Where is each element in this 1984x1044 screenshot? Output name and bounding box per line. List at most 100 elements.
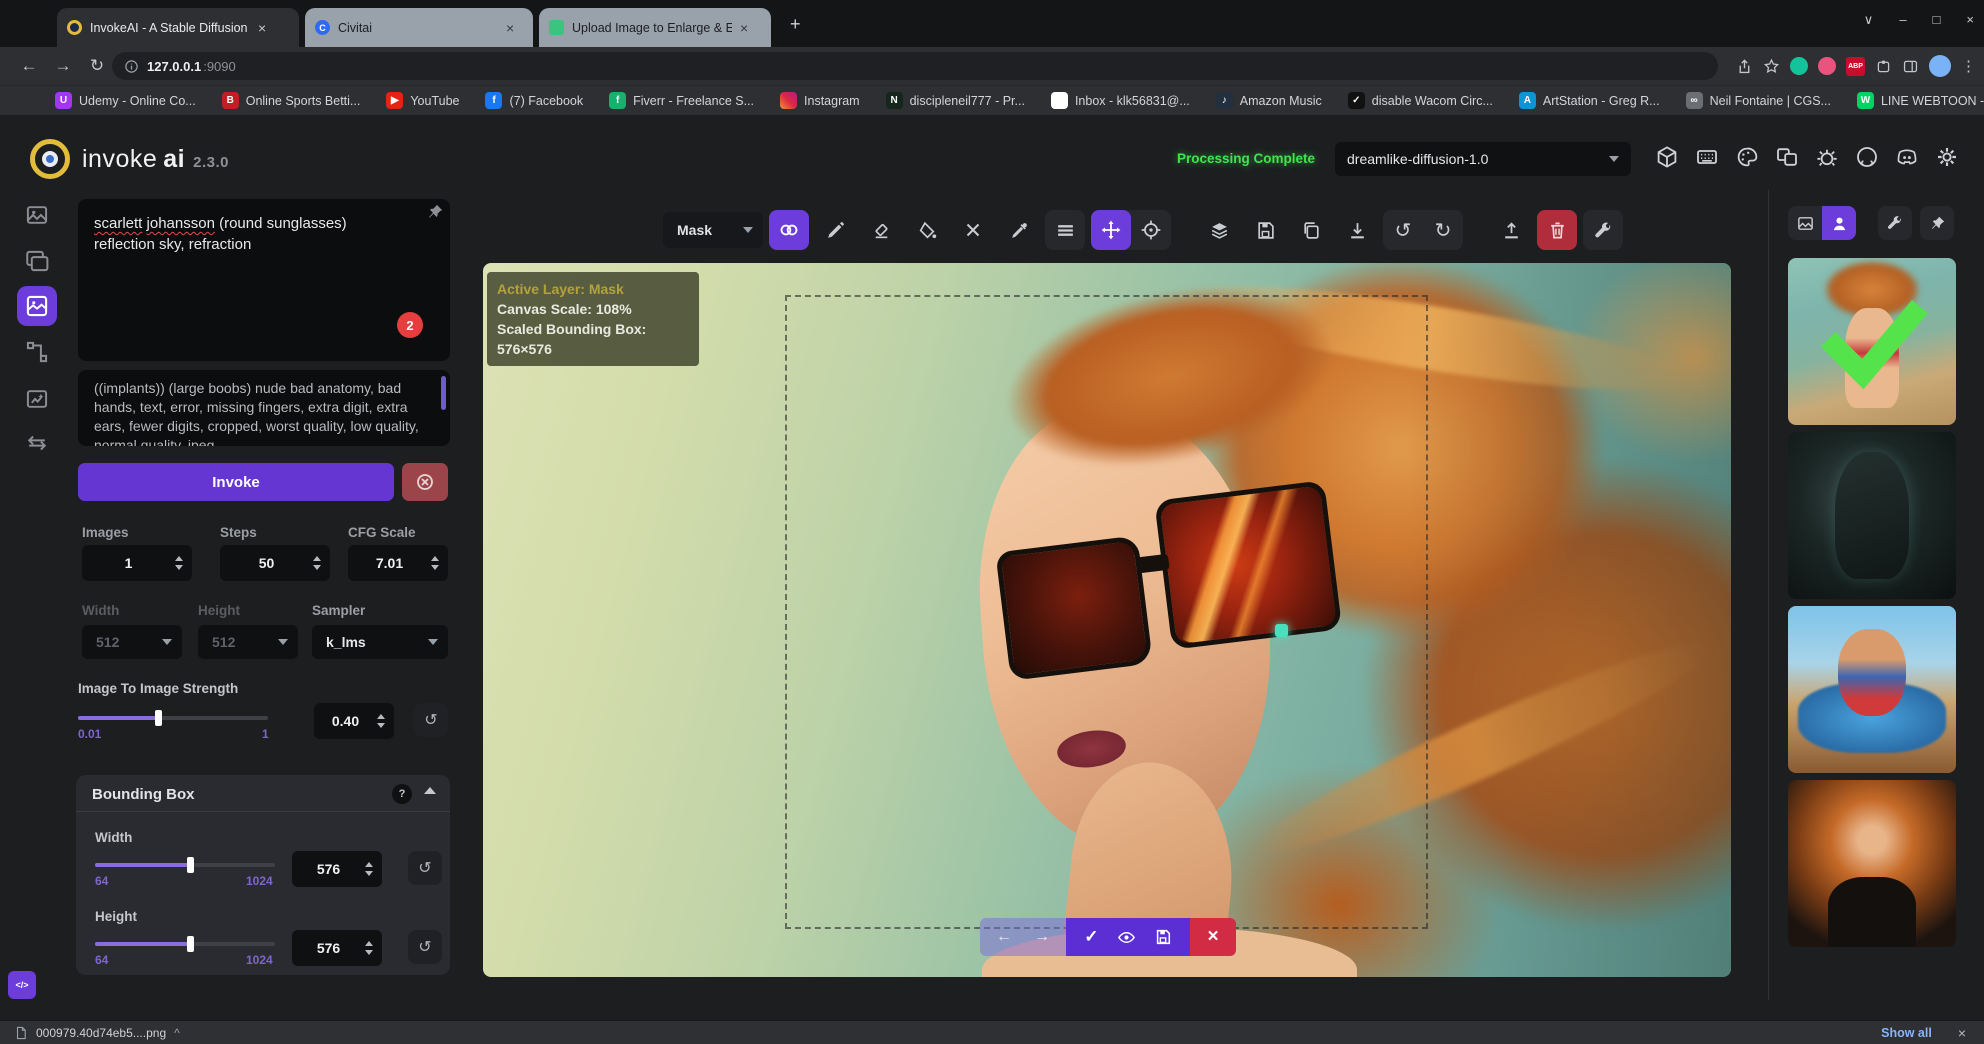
reset-view-button[interactable] — [1131, 210, 1171, 250]
cancel-button[interactable] — [402, 463, 448, 501]
cfg-scale-stepper[interactable]: 7.01 — [348, 545, 448, 581]
download-bar-close-icon[interactable]: × — [1958, 1025, 1966, 1041]
tab-close-icon[interactable]: × — [506, 20, 514, 36]
fill-bucket-button[interactable] — [907, 210, 947, 250]
browser-menu-icon[interactable]: ⋮ — [1961, 57, 1976, 75]
height-select[interactable]: 512 — [198, 625, 298, 659]
bookmark-instagram[interactable]: Instagram — [780, 92, 860, 109]
eraser-tool-button[interactable] — [861, 210, 901, 250]
report-bug-icon[interactable] — [1815, 145, 1839, 169]
bbox-height-stepper[interactable]: 576 — [292, 930, 382, 966]
gallery-thumbnail-selected[interactable] — [1788, 258, 1956, 425]
pin-prompt-icon[interactable] — [426, 203, 444, 221]
download-image-button[interactable] — [1337, 210, 1377, 250]
bookmark-sports-betting[interactable]: BOnline Sports Betti... — [222, 92, 361, 109]
brush-tool-button[interactable] — [815, 210, 855, 250]
bbox-width-slider[interactable] — [95, 863, 275, 867]
window-minimize-button[interactable]: – — [1899, 12, 1906, 28]
bookmark-inbox[interactable]: MInbox - klk56831@... — [1051, 92, 1190, 109]
tab-unified-canvas[interactable] — [17, 286, 57, 326]
profile-avatar[interactable] — [1929, 55, 1951, 77]
tab-close-icon[interactable]: × — [258, 20, 266, 36]
github-icon[interactable] — [1855, 145, 1879, 169]
adblock-extension-icon[interactable]: ABP — [1846, 57, 1865, 76]
slider-thumb[interactable] — [155, 710, 162, 726]
strength-slider[interactable] — [78, 716, 268, 720]
window-maximize-button[interactable]: □ — [1933, 12, 1941, 28]
model-select[interactable]: dreamlike-diffusion-1.0 — [1335, 142, 1631, 176]
next-image-button[interactable]: → — [1034, 928, 1050, 946]
bbox-height-reset-button[interactable]: ↺ — [408, 930, 442, 964]
model-manager-icon[interactable] — [1655, 145, 1679, 169]
stepper-arrows[interactable] — [313, 556, 330, 570]
hotkeys-keyboard-icon[interactable] — [1695, 145, 1719, 169]
window-close-button[interactable]: × — [1966, 12, 1974, 28]
gallery-thumbnail[interactable] — [1788, 432, 1956, 599]
gallery-results-tab[interactable] — [1822, 206, 1856, 240]
gallery-thumbnail[interactable] — [1788, 780, 1956, 947]
address-bar[interactable]: 127.0.0.1 :9090 — [112, 52, 1718, 80]
strength-reset-button[interactable]: ↺ — [414, 703, 448, 737]
tab-image-to-image[interactable] — [17, 241, 57, 281]
brush-options-button[interactable] — [1045, 210, 1085, 250]
download-expand-icon[interactable]: ^ — [174, 1026, 180, 1040]
settings-gear-icon[interactable] — [1935, 145, 1959, 169]
copy-to-clipboard-button[interactable] — [1291, 210, 1331, 250]
tab-nodes[interactable] — [17, 332, 57, 372]
bookmark-facebook[interactable]: f(7) Facebook — [485, 92, 583, 109]
undo-button[interactable]: ↺ — [1383, 210, 1423, 250]
extension-icon[interactable] — [1818, 57, 1836, 75]
stepper-arrows[interactable] — [365, 862, 382, 876]
back-button[interactable]: ← — [12, 56, 46, 76]
new-tab-button[interactable]: + — [790, 14, 801, 35]
gallery-settings-button[interactable] — [1878, 206, 1912, 240]
bookmark-amazon-music[interactable]: ♪Amazon Music — [1216, 92, 1322, 109]
bookmark-youtube[interactable]: ▶YouTube — [386, 92, 459, 109]
layer-select[interactable]: Mask — [663, 212, 763, 248]
sampler-select[interactable]: k_lms — [312, 625, 448, 659]
save-staging-button[interactable] — [1154, 928, 1172, 946]
previous-image-button[interactable]: ← — [996, 928, 1012, 946]
language-icon[interactable] — [1775, 145, 1799, 169]
tab-invokeai[interactable]: InvokeAI - A Stable Diffusion Too × — [57, 8, 299, 47]
bookmark-discipleneil[interactable]: Ndiscipleneil777 - Pr... — [886, 92, 1025, 109]
move-tool-button[interactable] — [1091, 210, 1131, 250]
negative-prompt-scrollbar[interactable] — [441, 376, 446, 410]
bookmark-neil-fontaine[interactable]: ∞Neil Fontaine | CGS... — [1686, 92, 1831, 109]
bookmark-webtoon[interactable]: WLINE WEBTOON - G... — [1857, 92, 1984, 109]
gallery-thumbnail[interactable] — [1788, 606, 1956, 773]
images-stepper[interactable]: 1 — [82, 545, 192, 581]
stepper-arrows[interactable] — [431, 556, 448, 570]
merge-layers-button[interactable] — [1199, 210, 1239, 250]
bookmark-artstation[interactable]: AArtStation - Greg R... — [1519, 92, 1660, 109]
strength-stepper[interactable]: 0.40 — [314, 703, 394, 739]
slider-thumb[interactable] — [187, 936, 194, 952]
help-icon[interactable]: ? — [392, 784, 412, 804]
discord-icon[interactable] — [1895, 145, 1919, 169]
tab-training[interactable] — [17, 423, 57, 463]
show-all-downloads-link[interactable]: Show all — [1881, 1026, 1932, 1040]
forward-button[interactable]: → — [46, 56, 80, 76]
extensions-puzzle-icon[interactable] — [1875, 58, 1892, 75]
share-icon[interactable] — [1736, 58, 1753, 75]
stepper-arrows[interactable] — [175, 556, 192, 570]
tab-text-to-image[interactable] — [17, 195, 57, 235]
tab-search-icon[interactable]: ∨ — [1864, 12, 1874, 28]
canvas-settings-button[interactable] — [1583, 210, 1623, 250]
mask-enable-toggle[interactable] — [769, 210, 809, 250]
color-picker-button[interactable] — [999, 210, 1039, 250]
gallery-pin-button[interactable] — [1920, 206, 1954, 240]
grammarly-extension-icon[interactable] — [1790, 57, 1808, 75]
canvas-bounding-box[interactable] — [785, 295, 1428, 929]
reload-button[interactable]: ↻ — [80, 56, 114, 76]
side-panel-icon[interactable] — [1902, 58, 1919, 75]
console-toggle-button[interactable]: </> — [8, 971, 36, 999]
redo-button[interactable]: ↻ — [1423, 210, 1463, 250]
tab-post-processing[interactable] — [17, 379, 57, 419]
gallery-images-tab[interactable] — [1788, 206, 1822, 240]
clear-canvas-button[interactable] — [1537, 210, 1577, 250]
accept-image-button[interactable]: ✓ — [1084, 927, 1098, 947]
slider-thumb[interactable] — [187, 857, 194, 873]
tab-upload-image[interactable]: Upload Image to Enlarge & Enha × — [539, 8, 771, 47]
site-info-icon[interactable] — [124, 59, 139, 74]
